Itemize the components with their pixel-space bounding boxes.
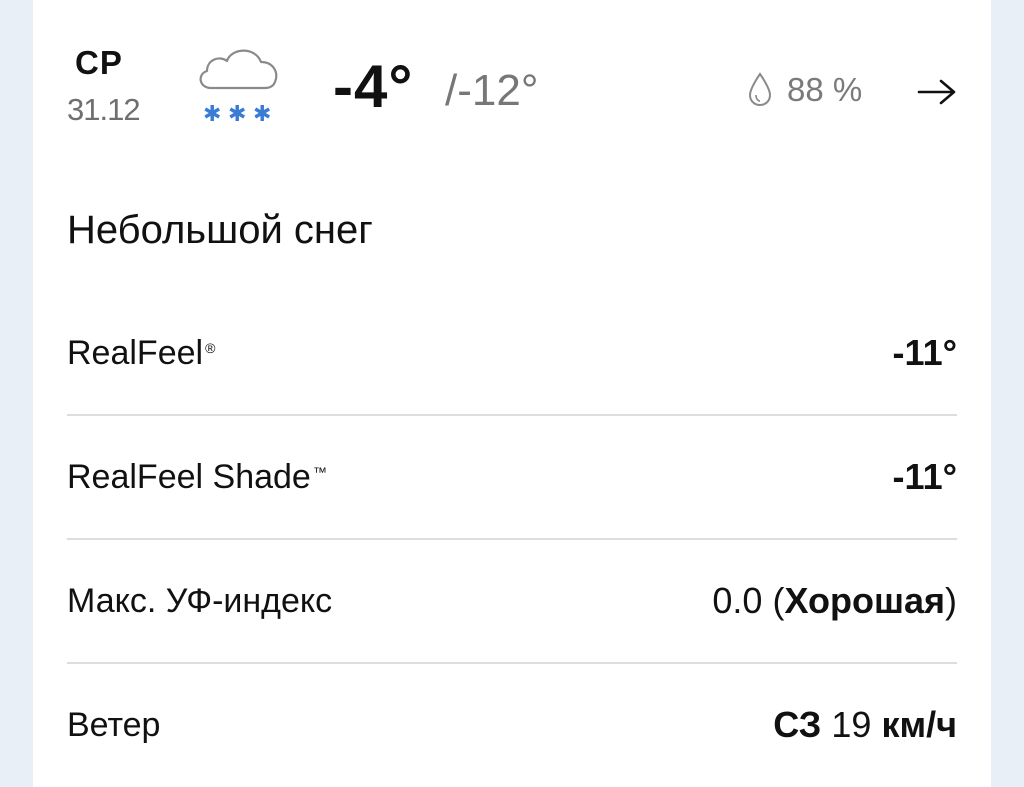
details-list: RealFeel ® -11° RealFeel Shade ™ -11° Макс…: [67, 292, 957, 786]
svg-text:✱: ✱: [253, 102, 271, 126]
forecast-card: СР 31.12 ✱ ✱ ✱ -4° /-12° 88 % Небольшой …: [33, 0, 991, 787]
day-summary-header[interactable]: СР 31.12 ✱ ✱ ✱ -4° /-12° 88 %: [33, 0, 991, 150]
uv-index-value: 0.0 (Хорошая): [712, 580, 957, 621]
temperature-low: /-12°: [445, 66, 539, 115]
temperature-high: -4°: [333, 53, 414, 120]
wind-label: Ветер: [67, 705, 161, 744]
realfeel-label: RealFeel ®: [67, 333, 216, 372]
light-snow-icon: ✱ ✱ ✱: [199, 49, 278, 126]
weather-condition: Небольшой снег: [67, 208, 373, 252]
wind-value: СЗ 19 км/ч: [773, 704, 957, 745]
realfeel-shade-row: RealFeel Shade ™ -11°: [67, 416, 957, 540]
realfeel-row: RealFeel ® -11°: [67, 292, 957, 416]
uv-index-label: Макс. УФ-индекс: [67, 581, 333, 620]
realfeel-value: -11°: [892, 332, 957, 373]
realfeel-shade-label: RealFeel Shade ™: [67, 457, 327, 496]
humidity-indicator: 88 %: [747, 70, 862, 110]
water-drop-icon: [748, 72, 772, 107]
date-label: 31.12: [67, 92, 141, 127]
humidity-value: 88 %: [787, 71, 863, 108]
svg-text:✱: ✱: [228, 102, 246, 126]
uv-index-row: Макс. УФ-индекс 0.0 (Хорошая): [67, 540, 957, 664]
day-of-week: СР: [75, 44, 123, 81]
wind-row: Ветер СЗ 19 км/ч: [67, 664, 957, 786]
realfeel-shade-value: -11°: [892, 456, 957, 497]
svg-text:✱: ✱: [203, 102, 221, 126]
arrow-right-icon[interactable]: [915, 70, 959, 114]
